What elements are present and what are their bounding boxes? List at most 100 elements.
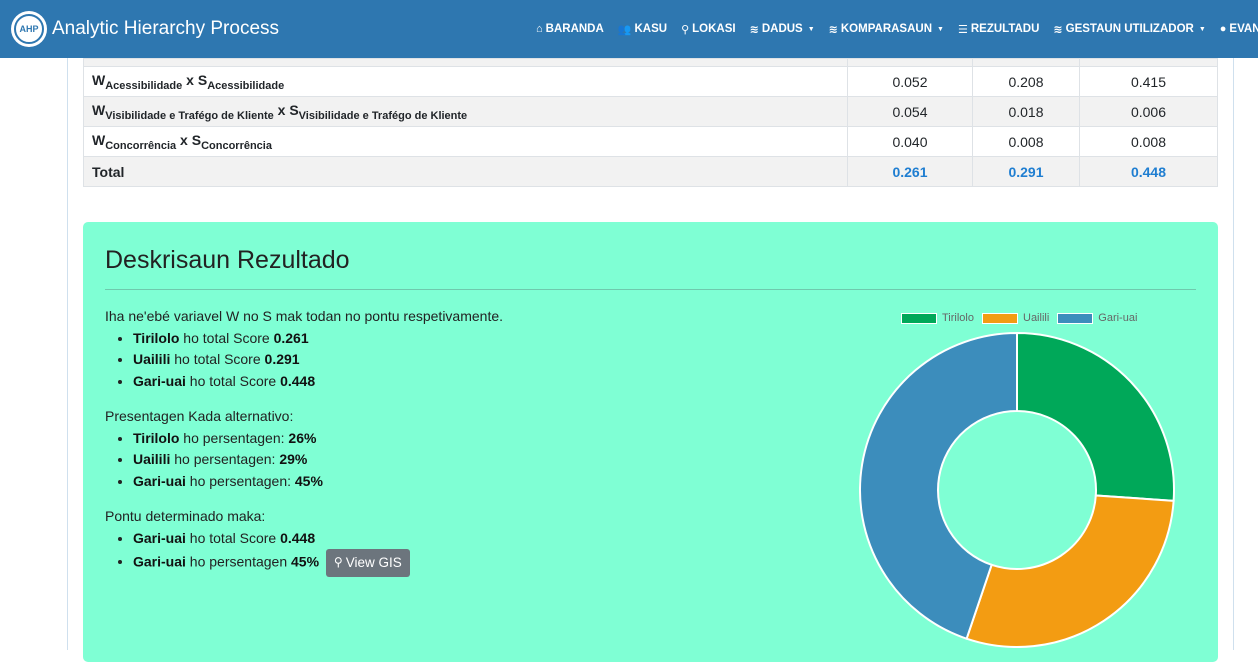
determined-list: Gari-uai ho total Score 0.448Gari-uai ho… — [133, 528, 503, 577]
nav-item-komparasaun[interactable]: ≋ KOMPARASAUN ▼ — [829, 23, 944, 36]
times-symbol: x — [277, 101, 286, 118]
total-row: Total 0.261 0.291 0.448 — [83, 156, 1218, 187]
nav-item-baranda[interactable]: ⌂ BARANDA — [536, 23, 604, 35]
caret-down-icon: ▼ — [1198, 25, 1206, 33]
nav-item-label: DADUS — [761, 23, 803, 35]
donut-chart — [859, 332, 1175, 648]
table-row: WAcessibilidade x SAcessibilidade 0.052 0.… — [83, 66, 1218, 97]
app-title: Analytic Hierarchy Process — [52, 18, 280, 39]
list-value: 0.448 — [280, 529, 316, 546]
content-border-right — [1233, 58, 1234, 650]
legend-item[interactable]: Gari-uai — [1057, 312, 1137, 324]
alternative-name: Gari-uai — [133, 529, 186, 546]
map-marker-icon: ⚲ — [681, 23, 690, 36]
donut-slice-uailili[interactable] — [965, 494, 1175, 648]
total-value: 0.261 — [847, 156, 973, 187]
value-cell: 0.040 — [847, 126, 973, 157]
caret-down-icon: ▼ — [807, 25, 815, 33]
alternative-name: Uailili — [133, 451, 171, 467]
top-navbar: AHP Analytic Hierarchy Process ⌂ BARANDA 👥… — [0, 0, 1258, 58]
list-item: Tirilolo ho total Score 0.261 — [133, 328, 503, 350]
list-value: 29% — [279, 451, 308, 467]
table-row: WVisibilidade e Trafégo de Kliente x SVi… — [83, 96, 1218, 127]
legend-item[interactable]: Uailili — [982, 312, 1049, 324]
list-text: ho total Score — [185, 529, 281, 546]
weight-symbol: WVisibilidade e Trafégo de Kliente — [92, 102, 274, 122]
score-symbol: SVisibilidade e Trafégo de Kliente — [289, 101, 467, 122]
nav-item-evangelino[interactable]: ●EVANGELINO — [1220, 23, 1258, 35]
total-value: 0.448 — [1079, 156, 1218, 187]
score-symbol: SConcorrência — [191, 131, 272, 152]
times-symbol: x — [186, 71, 194, 88]
nav-item-label: REZULTADU — [970, 23, 1040, 35]
alternative-name: Tirilolo — [133, 429, 180, 446]
criterion-cell: WConcorrência x SConcorrência — [83, 126, 848, 157]
content-border-left — [67, 58, 68, 650]
home-icon: ⌂ — [536, 23, 543, 35]
intro-text: Iha ne'ebé variavel W no S mak todan no … — [105, 308, 504, 324]
weight-letter: W — [92, 71, 106, 88]
value-cell: 0.054 — [847, 96, 973, 127]
score-symbol: SAcessibilidade — [197, 71, 284, 92]
value-cell: 0.052 — [847, 66, 973, 97]
nav-item-rezultadu[interactable]: ☰ REZULTADU — [958, 23, 1039, 36]
criterion-name: Acessibilidade — [105, 79, 183, 92]
chart-legend: Tirilolo Uailili Gari-uai — [901, 312, 1145, 324]
result-description-card: Deskrisaun Rezultado Iha ne'ebé variavel… — [83, 222, 1218, 662]
value-cell: 0.006 — [1079, 96, 1218, 127]
alternative-name: Uailili — [133, 351, 171, 367]
value-cell: 0.008 — [1079, 126, 1218, 157]
list-value: 0.261 — [273, 329, 309, 346]
nav-item-kasu[interactable]: 👥 KASU — [618, 23, 667, 36]
nav-item-label: LOKASI — [692, 23, 736, 35]
score-letter: S — [289, 101, 299, 118]
weight-symbol: WConcorrência — [92, 131, 176, 152]
list-item: Gari-uai ho total Score 0.448 — [133, 528, 503, 550]
criterion-name: Acessibilidade — [207, 79, 285, 92]
total-label: Total — [83, 156, 848, 187]
criterion-name: Concorrência — [105, 139, 177, 152]
users-icon: 👥 — [617, 23, 632, 36]
value-cell: 0.208 — [972, 66, 1080, 97]
database-icon: ≋ — [828, 23, 838, 36]
criterion-name: Visibilidade e Trafégo de Kliente — [105, 109, 274, 122]
legend-item[interactable]: Tirilolo — [901, 312, 974, 324]
list-value: 0.448 — [280, 372, 316, 389]
list-text: ho persentagen — [185, 553, 291, 570]
map-marker-icon: ⚲ — [333, 555, 343, 569]
donut-slice-tirilolo[interactable] — [1016, 332, 1175, 502]
nav-item-lokasi[interactable]: ⚲ LOKASI — [681, 23, 736, 36]
list-item: Uailili ho total Score 0.291 — [133, 349, 503, 371]
value-cell: 0.415 — [1079, 66, 1218, 97]
view-gis-button[interactable]: ⚲ View GIS — [325, 549, 410, 577]
list-text: ho total Score — [170, 351, 265, 367]
nav-item-label: GESTAUN UTILIZADOR — [1065, 23, 1194, 35]
list-item: Uailili ho persentagen: 29% — [133, 449, 503, 471]
nav-item-label: KASU — [634, 23, 668, 35]
list-text: ho total Score — [185, 372, 281, 389]
list-item: Gari-uai ho persentagen 45% ⚲View GIS — [133, 549, 503, 577]
list-value: 45% — [291, 553, 320, 570]
legend-swatch — [1057, 312, 1094, 324]
table-row: WConcorrência x SConcorrência 0.040 0.008 0… — [83, 126, 1218, 157]
brand[interactable]: AHP Analytic Hierarchy Process — [11, 11, 279, 47]
times-symbol: x — [180, 131, 188, 148]
total-value: 0.291 — [972, 156, 1080, 187]
card-title: Deskrisaun Rezultado — [105, 246, 350, 274]
nav-item-gestaun-utilizador[interactable]: ≋ GESTAUN UTILIZADOR ▼ — [1053, 23, 1205, 36]
value-cell: 0.018 — [972, 96, 1080, 127]
list-value: 45% — [294, 472, 323, 489]
weight-letter: W — [92, 131, 106, 148]
alternative-name: Gari-uai — [133, 472, 186, 489]
legend-label: Uailili — [1023, 312, 1050, 324]
database-icon: ≋ — [1053, 23, 1063, 36]
score-letter: S — [191, 131, 202, 148]
score-letter: S — [197, 71, 208, 88]
nav-item-label: BARANDA — [545, 23, 604, 35]
criterion-name: Visibilidade e Trafégo de Kliente — [298, 109, 468, 122]
nav-item-dadus[interactable]: ≋ DADUS ▼ — [750, 23, 815, 36]
weight-symbol: WAcessibilidade — [92, 71, 182, 92]
score-list: Tirilolo ho total Score 0.261Uailili ho … — [133, 328, 503, 393]
legend-label: Tirilolo — [942, 312, 974, 324]
list-value: 26% — [288, 429, 317, 446]
